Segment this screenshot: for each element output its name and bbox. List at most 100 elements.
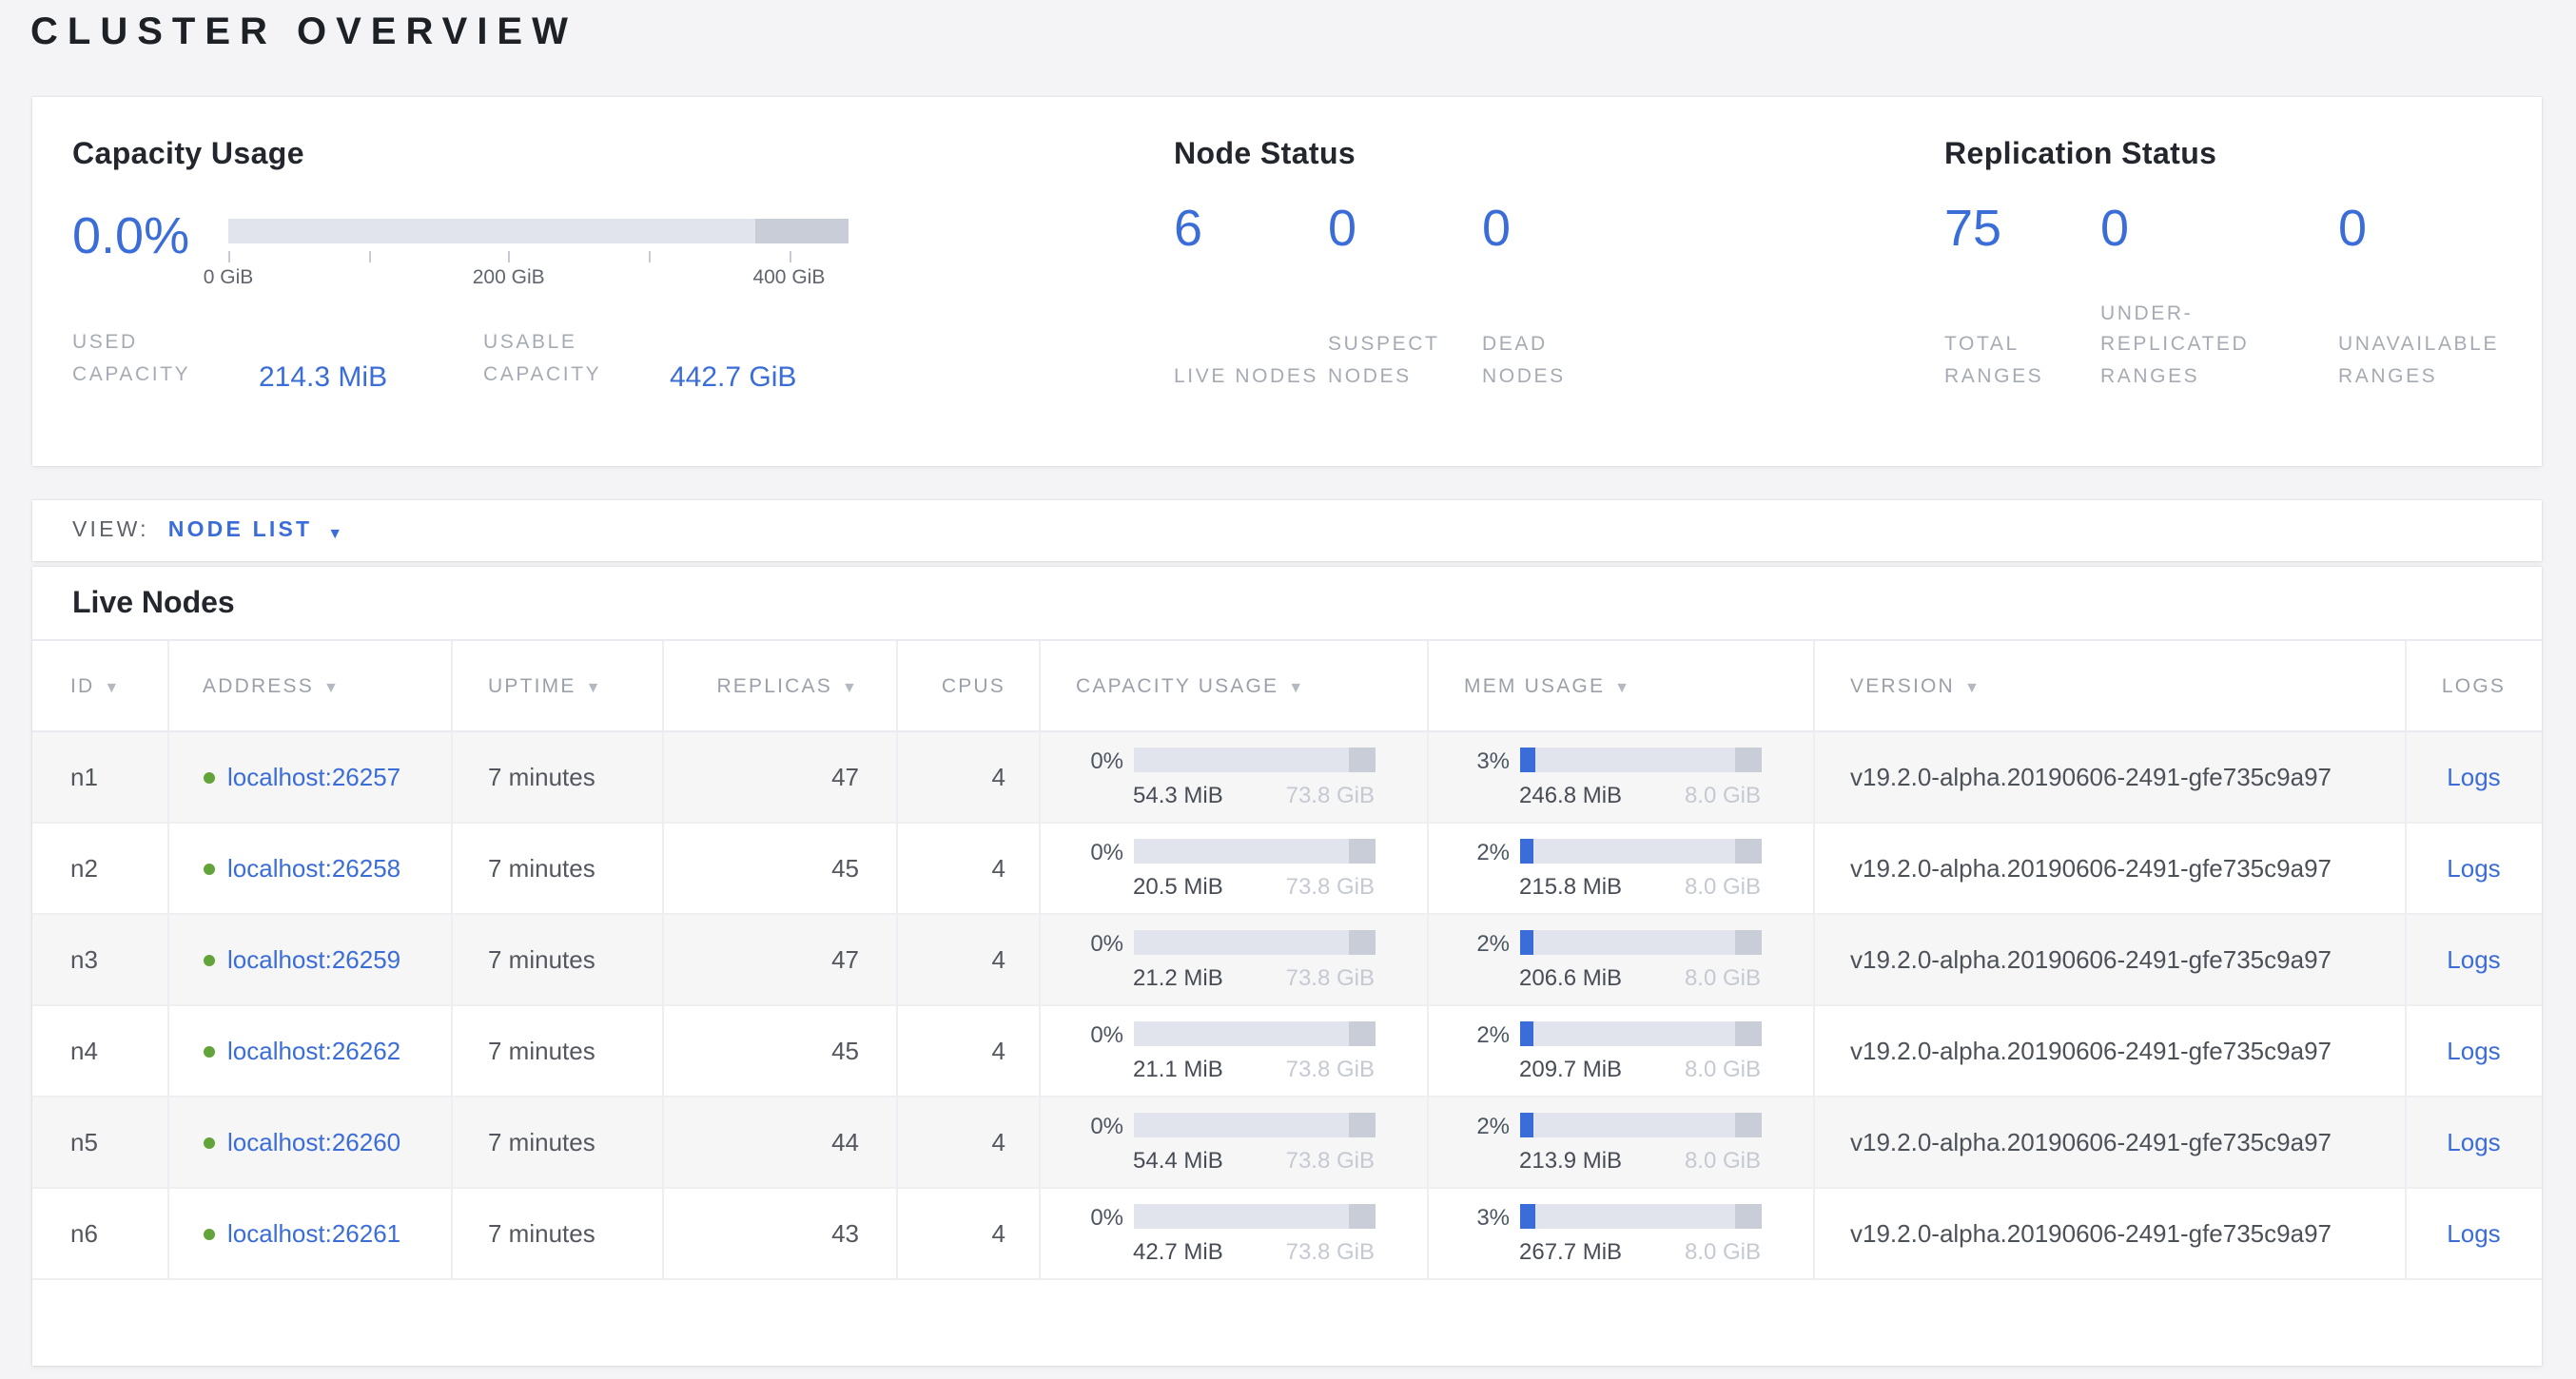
mem-used-value: 267.7 MiB — [1519, 1237, 1622, 1264]
dead-nodes-stat: 0 DEAD NODES — [1482, 200, 1636, 394]
capacity-used-value: 54.4 MiB — [1133, 1146, 1223, 1173]
node-id-cell: n1 — [32, 731, 167, 823]
column-header-version[interactable]: VERSION ▼ — [1813, 640, 2405, 731]
mem-used-value: 213.9 MiB — [1519, 1146, 1622, 1173]
logs-link[interactable]: Logs — [2447, 763, 2500, 791]
version-cell: v19.2.0-alpha.20190606-2491-gfe735c9a97 — [1813, 1005, 2405, 1097]
logs-cell: Logs — [2405, 823, 2542, 914]
mem-usage-bar — [1519, 1021, 1761, 1046]
table-row: n5 localhost:26260 7 minutes 44 4 0% 54.… — [32, 1097, 2542, 1188]
mem-total-value: 8.0 GiB — [1685, 1237, 1761, 1264]
total-ranges-label: TOTAL RANGES — [1944, 299, 2100, 394]
dead-nodes-label: DEAD NODES — [1482, 299, 1638, 394]
live-status-icon — [203, 864, 214, 875]
table-row: n1 localhost:26257 7 minutes 47 4 0% 54.… — [32, 731, 2542, 823]
axis-label: 200 GiB — [473, 266, 545, 289]
logs-link[interactable]: Logs — [2447, 1128, 2500, 1156]
table-row: n2 localhost:26258 7 minutes 45 4 0% 20.… — [32, 823, 2542, 914]
column-header-label: MEM USAGE — [1464, 674, 1605, 697]
column-header-capacity-usage[interactable]: CAPACITY USAGE▼ — [1039, 640, 1427, 731]
usable-capacity-label: USABLE CAPACITY — [483, 327, 639, 391]
capacity-bar-reserved-segment — [755, 219, 849, 243]
mem-usage-cell: 3% 246.8 MiB 8.0 GiB — [1427, 731, 1813, 823]
sort-desc-icon: ▼ — [104, 678, 121, 695]
mem-usage-bar — [1519, 1204, 1761, 1229]
view-dropdown[interactable]: NODE LIST ▼ — [168, 519, 342, 542]
node-address-link[interactable]: localhost:26260 — [227, 1128, 400, 1156]
node-address-link[interactable]: localhost:26258 — [227, 854, 400, 883]
mem-used-value: 209.7 MiB — [1519, 1055, 1622, 1081]
logs-link[interactable]: Logs — [2447, 854, 2500, 883]
cpus-cell: 4 — [896, 914, 1039, 1005]
mem-total-value: 8.0 GiB — [1685, 1055, 1761, 1081]
mem-usage-cell: 2% 206.6 MiB 8.0 GiB — [1427, 914, 1813, 1005]
cluster-overview-page: CLUSTER OVERVIEW Capacity Usage 0.0% — [0, 11, 2576, 1379]
column-header-mem-usage[interactable]: MEM USAGE▼ — [1427, 640, 1813, 731]
capacity-usage-cell: 0% 42.7 MiB 73.8 GiB — [1039, 1188, 1427, 1279]
logs-link[interactable]: Logs — [2447, 1219, 2500, 1248]
node-address-link[interactable]: localhost:26259 — [227, 945, 400, 974]
mem-usage-bar — [1519, 839, 1761, 864]
capacity-total-value: 73.8 GiB — [1286, 1055, 1375, 1081]
replicas-cell: 47 — [662, 914, 896, 1005]
table-row: n6 localhost:26261 7 minutes 43 4 0% 42.… — [32, 1188, 2542, 1279]
live-status-icon — [203, 955, 214, 966]
live-nodes-label: LIVE NODES — [1174, 299, 1330, 394]
column-header-replicas[interactable]: REPLICAS▼ — [662, 640, 896, 731]
logs-link[interactable]: Logs — [2447, 1037, 2500, 1065]
capacity-total-value: 73.8 GiB — [1286, 963, 1375, 990]
logs-cell: Logs — [2405, 1005, 2542, 1097]
logs-cell: Logs — [2405, 731, 2542, 823]
node-address-link[interactable]: localhost:26257 — [227, 763, 400, 791]
mem-usage-bar — [1519, 1113, 1761, 1137]
node-address-cell: localhost:26257 — [167, 731, 451, 823]
column-header-address[interactable]: ADDRESS▼ — [167, 640, 451, 731]
node-address-cell: localhost:26259 — [167, 914, 451, 1005]
capacity-used-value: 20.5 MiB — [1133, 872, 1223, 899]
capacity-total-value: 73.8 GiB — [1286, 781, 1375, 807]
column-header-uptime[interactable]: UPTIME▼ — [451, 640, 662, 731]
capacity-used-value: 42.7 MiB — [1133, 1237, 1223, 1264]
cpus-cell: 4 — [896, 823, 1039, 914]
under-replicated-ranges-count: 0 — [2100, 200, 2338, 257]
node-address-link[interactable]: localhost:26261 — [227, 1219, 400, 1248]
total-ranges-count: 75 — [1944, 200, 2100, 257]
capacity-bar — [228, 219, 849, 243]
mem-usage-cell: 2% 213.9 MiB 8.0 GiB — [1427, 1097, 1813, 1188]
used-capacity-value: 214.3 MiB — [259, 360, 387, 393]
capacity-percent-label: 0% — [1090, 1020, 1123, 1047]
mem-total-value: 8.0 GiB — [1685, 781, 1761, 807]
dead-nodes-count: 0 — [1482, 200, 1636, 257]
capacity-usage-bar — [1133, 1204, 1375, 1229]
replicas-cell: 44 — [662, 1097, 896, 1188]
node-address-link[interactable]: localhost:26262 — [227, 1037, 400, 1065]
capacity-usage-bar — [1133, 930, 1375, 955]
uptime-cell: 7 minutes — [451, 823, 662, 914]
sort-desc-icon: ▼ — [1288, 678, 1305, 695]
version-cell: v19.2.0-alpha.20190606-2491-gfe735c9a97 — [1813, 1188, 2405, 1279]
column-header-label: VERSION — [1850, 674, 1955, 697]
mem-usage-cell: 3% 267.7 MiB 8.0 GiB — [1427, 1188, 1813, 1279]
column-header-cpus[interactable]: CPUS — [896, 640, 1039, 731]
capacity-percent-label: 0% — [1090, 1203, 1123, 1230]
total-ranges-stat: 75 TOTAL RANGES — [1944, 200, 2100, 394]
capacity-total-value: 73.8 GiB — [1286, 1237, 1375, 1264]
live-nodes-title: Live Nodes — [32, 567, 2542, 639]
table-row: n3 localhost:26259 7 minutes 47 4 0% 21.… — [32, 914, 2542, 1005]
column-header-logs[interactable]: LOGS — [2405, 640, 2542, 731]
sort-desc-icon: ▼ — [1964, 678, 1981, 695]
live-status-icon — [203, 1137, 214, 1149]
uptime-cell: 7 minutes — [451, 914, 662, 1005]
cpus-cell: 4 — [896, 1188, 1039, 1279]
replicas-cell: 43 — [662, 1188, 896, 1279]
capacity-total-value: 73.8 GiB — [1286, 1146, 1375, 1173]
logs-link[interactable]: Logs — [2447, 945, 2500, 974]
column-header-id[interactable]: ID▼ — [32, 640, 167, 731]
replication-status-section: Replication Status 75 TOTAL RANGES 0 UND… — [1944, 139, 2538, 394]
version-cell: v19.2.0-alpha.20190606-2491-gfe735c9a97 — [1813, 823, 2405, 914]
live-status-icon — [203, 772, 214, 784]
axis-label: 0 GiB — [204, 266, 254, 289]
replicas-cell: 45 — [662, 823, 896, 914]
live-nodes-count: 6 — [1174, 200, 1328, 257]
table-row: n4 localhost:26262 7 minutes 45 4 0% 21.… — [32, 1005, 2542, 1097]
